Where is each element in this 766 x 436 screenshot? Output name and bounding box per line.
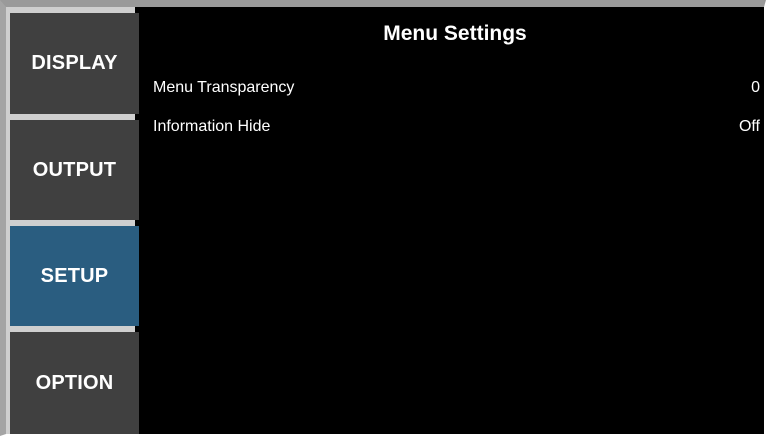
panel-title: Menu Settings bbox=[383, 22, 527, 45]
tab-output-label: OUTPUT bbox=[32, 158, 117, 181]
setting-label: Information Hide bbox=[153, 118, 271, 135]
tab-display[interactable]: DISPLAY bbox=[10, 13, 139, 114]
category-sidebar: DISPLAY OUTPUT SETUP OPTION bbox=[6, 7, 139, 434]
tab-display-label: DISPLAY bbox=[31, 52, 118, 74]
setting-value: Off bbox=[738, 118, 760, 135]
setting-row-menu-transparency[interactable]: Menu Transparency 0 bbox=[153, 75, 760, 101]
setting-value: 0 bbox=[751, 79, 760, 96]
tab-output[interactable]: OUTPUT bbox=[10, 120, 139, 220]
setting-label: Menu Transparency bbox=[153, 79, 295, 96]
setting-row-information-hide[interactable]: Information Hide Off bbox=[153, 114, 760, 140]
tab-option-label: OPTION bbox=[35, 371, 114, 394]
tab-setup-label: SETUP bbox=[40, 264, 109, 287]
tab-setup[interactable]: SETUP bbox=[10, 226, 139, 326]
settings-panel: Menu Settings Menu Transparency 0 Inform… bbox=[139, 7, 764, 434]
tab-option[interactable]: OPTION bbox=[10, 332, 139, 434]
